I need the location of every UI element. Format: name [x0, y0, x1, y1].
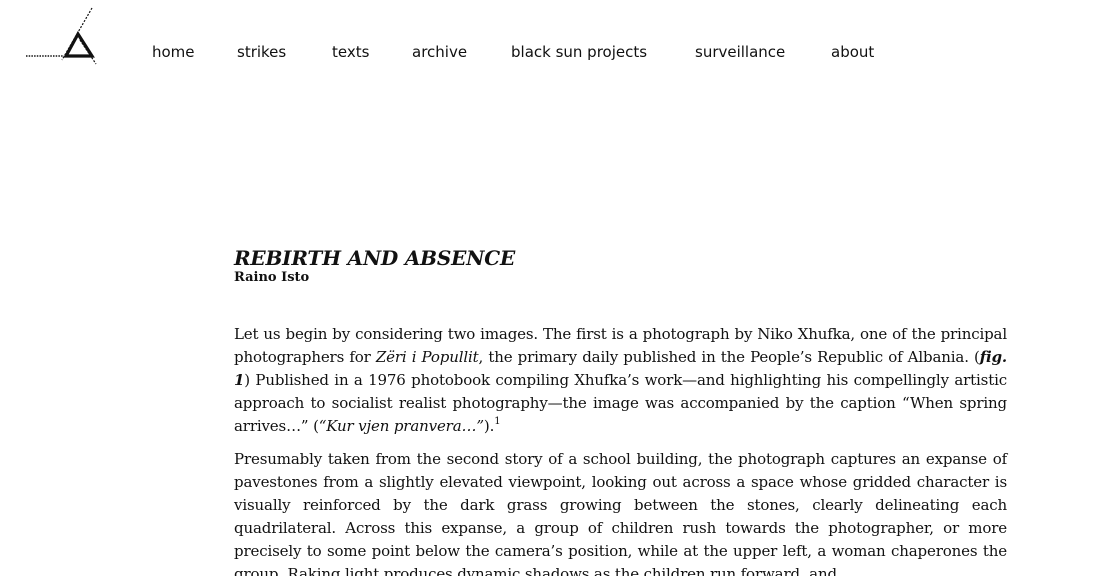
nav-black-sun-projects[interactable]: black sun projects — [511, 42, 647, 62]
nav-texts[interactable]: texts — [332, 42, 369, 62]
paragraph-1: Let us begin by considering two images. … — [234, 323, 1007, 438]
nav-strikes[interactable]: strikes — [237, 42, 286, 62]
article-author: Raino Isto — [234, 270, 310, 285]
nav-archive[interactable]: archive — [412, 42, 467, 62]
paragraph-2: Presumably taken from the second story o… — [234, 450, 1007, 576]
triangle-logo-icon — [26, 7, 97, 65]
site-logo[interactable] — [24, 6, 98, 66]
footnote-marker[interactable]: 1 — [494, 416, 500, 427]
publication-name: Zëri i Popullit — [375, 348, 479, 366]
paragraph-1-text-c: , the primary daily published in the Peo… — [478, 348, 980, 366]
nav-about[interactable]: about — [831, 42, 874, 62]
article-title: REBIRTH AND ABSENCE — [234, 246, 515, 270]
nav-home[interactable]: home — [152, 42, 195, 62]
article: REBIRTH AND ABSENCE Raino Isto Let us be… — [234, 246, 1007, 576]
nav-surveillance[interactable]: surveillance — [695, 42, 785, 62]
paragraph-1-text-g: ). — [483, 417, 495, 435]
caption-translation: “Kur vjen pranvera…” — [318, 417, 484, 435]
